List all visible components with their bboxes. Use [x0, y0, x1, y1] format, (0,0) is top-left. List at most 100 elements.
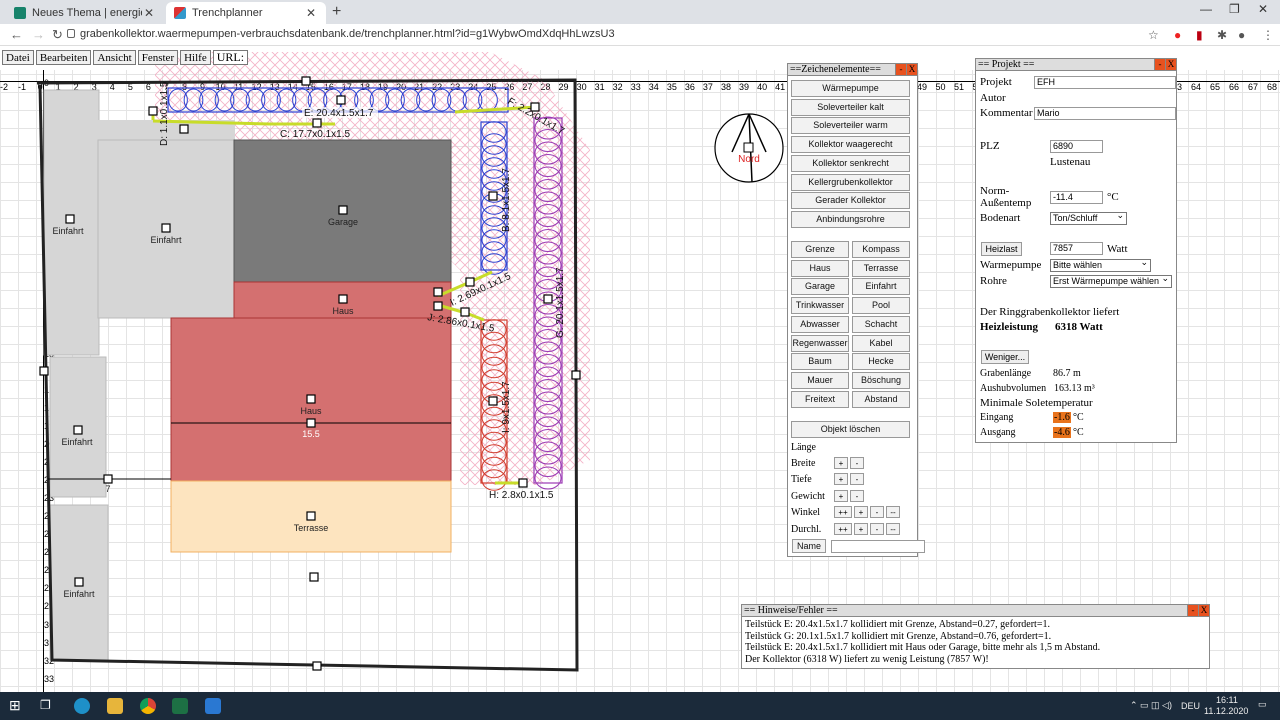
- aushubvolumen-value: 163.13 m³: [1054, 383, 1095, 394]
- haus-label: Haus: [332, 306, 354, 316]
- language-indicator[interactable]: DEU: [1181, 701, 1200, 711]
- zeichen-button-kellergrubenkollektor[interactable]: Kellergrubenkollektor: [791, 173, 910, 191]
- panel-title: ==Zeichenelemente==: [790, 64, 881, 75]
- haus-dimension-label: 15.5: [302, 429, 320, 439]
- breite-minus-button[interactable]: -: [850, 457, 864, 469]
- notifications-icon[interactable]: ▭: [1258, 699, 1267, 710]
- task-view-icon[interactable]: ❐: [40, 698, 56, 714]
- zeichen-button-schacht[interactable]: Schacht: [852, 315, 910, 333]
- zeichen-button-kompass[interactable]: Kompass: [852, 241, 910, 258]
- zeichen-button-abstand[interactable]: Abstand: [852, 390, 910, 408]
- zeichen-button-soleverteiler-warm[interactable]: Soleverteiler warm: [791, 117, 910, 135]
- edge-icon[interactable]: [74, 698, 90, 714]
- zeichenelemente-titlebar[interactable]: ==Zeichenelemente== -X: [788, 64, 917, 76]
- durchl-minus-button[interactable]: -: [870, 523, 884, 535]
- zeichen-button-regenwasser[interactable]: Regenwasser: [791, 334, 849, 352]
- minimize-icon[interactable]: -: [1154, 59, 1165, 70]
- zeichen-button-kabel[interactable]: Kabel: [852, 334, 910, 352]
- windows-taskbar: ⊞ ❐ ⌃ ▭ ◫ ◁) DEU 16:11 11.12.2020 ▭: [0, 692, 1280, 720]
- explorer-icon[interactable]: [107, 698, 123, 714]
- clock-date[interactable]: 11.12.2020: [1204, 706, 1248, 716]
- bodenart-select[interactable]: Ton/Schluff: [1050, 210, 1127, 225]
- garage-label: Garage: [328, 217, 358, 227]
- trench-h-label: H: 2.8x0.1x1.5: [489, 490, 554, 501]
- ort-text: Lustenau: [1050, 156, 1091, 168]
- breite-plus-button[interactable]: +: [834, 457, 848, 469]
- zeichen-button-baum[interactable]: Baum: [791, 353, 849, 371]
- close-icon[interactable]: X: [1165, 59, 1176, 70]
- gewicht-label: Gewicht: [791, 491, 825, 502]
- name-button[interactable]: Name: [792, 539, 826, 553]
- gewicht-minus-button[interactable]: -: [850, 490, 864, 502]
- trench-b-label: B: 8.1x1.5x1.7: [501, 168, 512, 232]
- menu-ansicht[interactable]: Ansicht: [93, 50, 136, 65]
- kommentar-input[interactable]: Mario: [1034, 107, 1176, 120]
- zeichen-button-trinkwasser[interactable]: Trinkwasser: [791, 297, 849, 315]
- excel-icon[interactable]: [172, 698, 188, 714]
- zeichen-button-grenze[interactable]: Grenze: [791, 241, 849, 258]
- zeichen-button-freitext[interactable]: Freitext: [791, 390, 849, 408]
- zeichen-button-garage[interactable]: Garage: [791, 278, 849, 296]
- zeichen-button-b-schung[interactable]: Böschung: [852, 371, 910, 389]
- winkel-minusminus-button[interactable]: --: [886, 506, 900, 518]
- zeichen-button-kollektor-senkrecht[interactable]: Kollektor senkrecht: [791, 154, 910, 172]
- chrome-icon[interactable]: [140, 698, 156, 714]
- windows-start-icon[interactable]: ⊞: [9, 697, 25, 713]
- durchl-minusminus-button[interactable]: --: [886, 523, 900, 535]
- eingang-label: Eingang: [980, 412, 1014, 423]
- zeichen-button-abwasser[interactable]: Abwasser: [791, 315, 849, 333]
- zeichen-button-haus[interactable]: Haus: [791, 259, 849, 277]
- objekt-loeschen-button[interactable]: Objekt löschen: [791, 421, 910, 438]
- ausgang-value: -4.6: [1053, 427, 1071, 438]
- weniger-button[interactable]: Weniger...: [981, 350, 1029, 364]
- tray-icons[interactable]: ⌃ ▭ ◫ ◁): [1130, 700, 1172, 711]
- einfahrt-label: Einfahrt: [52, 226, 84, 236]
- close-icon[interactable]: X: [906, 64, 917, 75]
- name-input[interactable]: [831, 540, 925, 553]
- winkel-minus-button[interactable]: -: [870, 506, 884, 518]
- menu-url[interactable]: URL:: [212, 50, 249, 65]
- trench-d-label: D: 1.1x0.1x1.5: [159, 81, 170, 146]
- menu-datei[interactable]: Datei: [2, 50, 34, 65]
- compass-icon[interactable]: [714, 113, 784, 183]
- rohre-select[interactable]: Erst Wärmepumpe wählen: [1050, 273, 1172, 288]
- menu-hilfe[interactable]: Hilfe: [180, 50, 211, 65]
- durchl-plusplus-button[interactable]: ++: [834, 523, 852, 535]
- menu-fenster[interactable]: Fenster: [137, 50, 179, 65]
- zeichenelemente-panel: ==Zeichenelemente== -X Wärmepumpe Solever…: [787, 63, 925, 557]
- zeichen-button-anbindungsrohre[interactable]: Anbindungsrohre: [791, 210, 910, 228]
- zeichen-button-terrasse[interactable]: Terrasse: [852, 259, 910, 277]
- zeichen-button-mauer[interactable]: Mauer: [791, 371, 849, 389]
- tiefe-plus-button[interactable]: +: [834, 473, 848, 485]
- projekt-panel: == Projekt == -X Projekt EFH Autor Komme…: [975, 58, 1177, 443]
- clock-time[interactable]: 16:11: [1216, 695, 1238, 705]
- durchl-plus-button[interactable]: +: [854, 523, 868, 535]
- waermepumpe-select[interactable]: Bitte wählen: [1050, 257, 1151, 272]
- zeichen-button-gerader-kollektor[interactable]: Gerader Kollektor: [791, 192, 910, 210]
- zeichen-button-pool[interactable]: Pool: [852, 297, 910, 315]
- winkel-plusplus-button[interactable]: ++: [834, 506, 852, 518]
- durchl-label: Durchl.: [791, 524, 822, 535]
- projekt-titlebar[interactable]: == Projekt == -X: [976, 59, 1176, 71]
- projekt-input[interactable]: EFH: [1034, 76, 1176, 89]
- zeichen-button-soleverteiler-kalt[interactable]: Soleverteiler kalt: [791, 98, 910, 116]
- zeichen-button-kollektor-waagerecht[interactable]: Kollektor waagerecht: [791, 136, 910, 154]
- terrasse-label: Terrasse: [294, 523, 329, 533]
- mail-icon[interactable]: [205, 698, 221, 714]
- menu-bearbeiten[interactable]: Bearbeiten: [35, 50, 92, 65]
- close-icon[interactable]: X: [1198, 605, 1209, 616]
- app-menubar: Datei Bearbeiten Ansicht Fenster Hilfe U…: [2, 50, 249, 65]
- zeichen-button-einfahrt[interactable]: Einfahrt: [852, 278, 910, 296]
- norm-aussentemp-input[interactable]: -11.4: [1050, 191, 1103, 204]
- heizlast-button[interactable]: Heizlast: [981, 242, 1022, 256]
- winkel-plus-button[interactable]: +: [854, 506, 868, 518]
- zeichen-button-hecke[interactable]: Hecke: [852, 353, 910, 371]
- tiefe-minus-button[interactable]: -: [850, 473, 864, 485]
- zeichen-button-w-rmepumpe[interactable]: Wärmepumpe: [791, 80, 910, 97]
- minimize-icon[interactable]: -: [1187, 605, 1198, 616]
- plz-input[interactable]: 6890: [1050, 140, 1103, 153]
- minimize-icon[interactable]: -: [895, 64, 906, 75]
- heizlast-input[interactable]: 7857: [1050, 242, 1103, 255]
- hinweise-titlebar[interactable]: == Hinweise/Fehler == -X: [742, 605, 1209, 617]
- gewicht-plus-button[interactable]: +: [834, 490, 848, 502]
